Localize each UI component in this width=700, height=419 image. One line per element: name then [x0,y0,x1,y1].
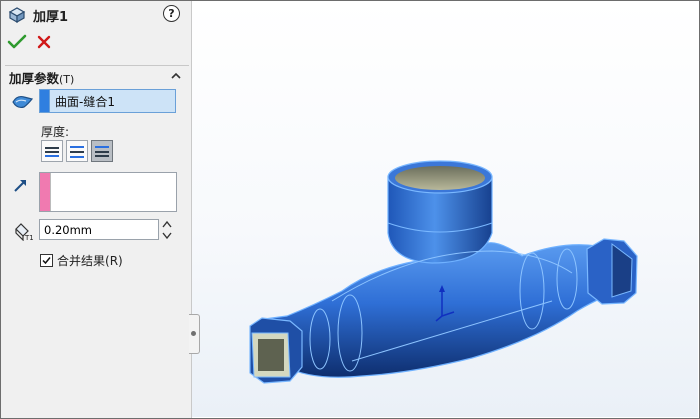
stem-opening [395,166,485,190]
direction-selection-box[interactable] [39,172,177,212]
panel-collapse-handle[interactable] [189,314,200,354]
section-hotkey: (T) [59,72,75,86]
thicken-parameters-section-header[interactable]: 加厚参数(T) [5,65,189,88]
thickness-spinner[interactable] [160,219,174,241]
graphics-viewport[interactable] [192,1,698,417]
thickness-input[interactable] [39,219,159,240]
section-title: 加厚参数(T) [9,68,74,87]
face-selection-value: 曲面-缝合1 [55,94,115,109]
ok-button[interactable] [7,33,27,51]
checkmark-icon [42,257,51,265]
surface-icon [12,95,34,109]
merge-result-hotkey: (R) [105,254,123,268]
thicken-side-1-button[interactable] [41,140,63,162]
cancel-button[interactable] [35,33,53,51]
merge-result-checkbox[interactable] [40,254,53,267]
section-title-text: 加厚参数 [9,70,60,86]
feature-title: 加厚1 [33,9,69,25]
svg-text:T1: T1 [24,234,33,241]
direction-selection-swatch [40,173,51,211]
direction-arrow-icon [14,180,26,192]
merge-result-text: 合并结果 [57,254,106,268]
feature-title-row: 加厚1 [7,5,68,25]
face-selection-swatch [40,90,50,112]
chevron-up-icon[interactable] [169,69,183,83]
merge-result-option[interactable]: 合并结果(R) [40,252,123,269]
model-3d-view[interactable] [192,1,698,417]
help-icon[interactable]: ? [163,5,180,22]
thickness-options [41,140,113,162]
thicken-feature-icon [8,7,26,24]
thickness-label: 厚度: [41,125,70,139]
thickness-icon: T1 [15,223,33,241]
thicken-both-sides-button[interactable] [66,140,88,162]
face-selection-box[interactable]: 曲面-缝合1 [39,89,176,113]
thicken-side-2-button[interactable] [91,140,113,162]
merge-result-label: 合并结果(R) [57,252,123,269]
property-manager-panel: 加厚1 ? 加厚参数(T) 曲面-缝合1 厚度: T1 0.20mm 合并结果(… [1,1,192,418]
